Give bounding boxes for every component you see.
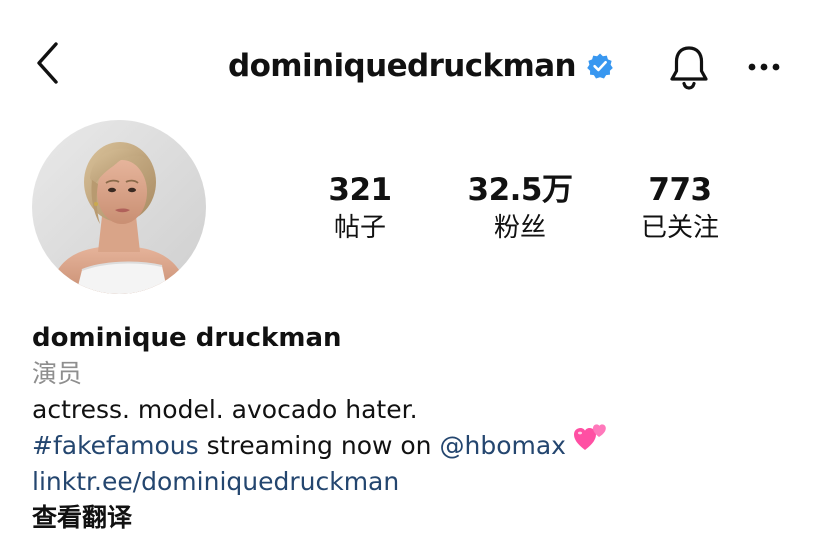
header-title: dominiquedruckman <box>228 44 614 88</box>
hashtag-link[interactable]: #fakefamous <box>32 431 199 460</box>
followers-count: 32.5万 <box>467 172 574 208</box>
two-hearts-emoji-icon <box>573 422 608 462</box>
category-label: 演员 <box>32 359 83 388</box>
chevron-left-icon <box>37 42 58 84</box>
profile-bio: dominique druckman 演员 actress. model. av… <box>32 320 812 536</box>
profile-photo <box>32 120 206 294</box>
see-translation-button[interactable]: 查看翻译 <box>32 500 812 536</box>
verified-badge-icon <box>586 52 614 80</box>
posts-count: 321 <box>328 172 392 208</box>
avatar[interactable] <box>32 120 206 294</box>
more-horizontal-icon <box>748 63 780 71</box>
display-name: dominique druckman <box>32 323 342 353</box>
following-count: 773 <box>648 172 712 208</box>
following-stat[interactable]: 773 已关注 <box>620 170 740 246</box>
profile-header: dominiquedruckman <box>0 0 828 130</box>
following-label: 已关注 <box>640 213 719 243</box>
followers-stat[interactable]: 32.5万 粉丝 <box>450 170 590 246</box>
mention-link[interactable]: @hbomax <box>439 431 565 460</box>
notifications-button[interactable] <box>664 42 714 92</box>
posts-stat[interactable]: 321 帖子 <box>310 170 410 246</box>
bio-text-line: actress. model. avocado hater. <box>32 395 418 424</box>
external-link[interactable]: linktr.ee/dominiquedruckman <box>32 464 812 500</box>
header-username: dominiquedruckman <box>228 48 577 84</box>
bell-icon <box>670 46 708 90</box>
bio-middle-text: streaming now on <box>198 431 440 460</box>
followers-label: 粉丝 <box>493 213 546 243</box>
more-options-button[interactable] <box>744 50 784 84</box>
back-button[interactable] <box>28 40 68 86</box>
bio-promo-line: #fakefamous streaming now on @hbomax <box>32 424 812 464</box>
posts-label: 帖子 <box>333 213 386 243</box>
